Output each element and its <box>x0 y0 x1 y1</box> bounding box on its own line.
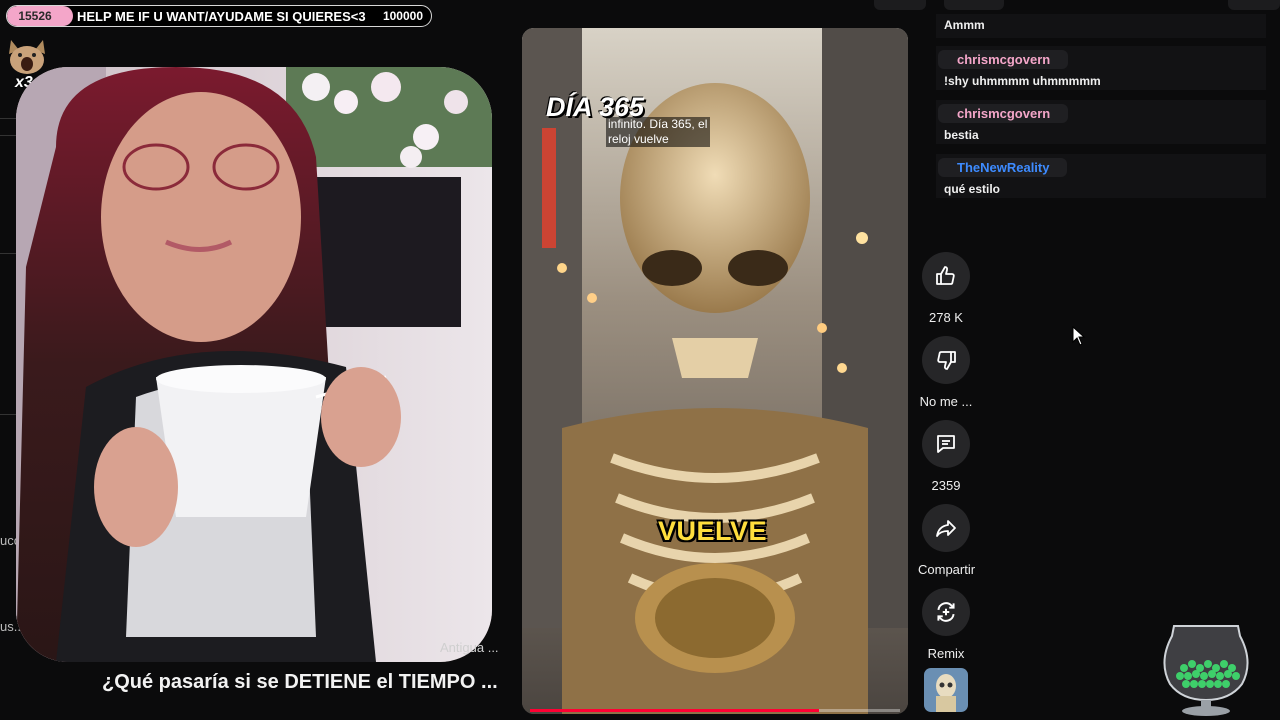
video-progress-bar[interactable] <box>530 709 900 712</box>
chat-message: TheNewReality qué estilo <box>936 154 1266 198</box>
like-action: 278 K <box>918 252 974 325</box>
tab-fragment[interactable] <box>1228 0 1280 10</box>
tab-fragment[interactable] <box>874 0 926 10</box>
goal-description: HELP ME IF U WANT/AYUDAME SI QUIERES<3 <box>77 8 366 24</box>
share-label: Compartir <box>918 562 976 577</box>
remix-action: Remix <box>918 588 974 661</box>
video-progress-fill <box>530 709 819 712</box>
chat-message-text: !shy uhmmmm uhmmmmm <box>944 74 1101 88</box>
chat-message-text: bestia <box>944 128 979 142</box>
video-title[interactable]: ¿Qué pasaría si se DETIENE el TIEMPO ... <box>102 671 498 694</box>
short-video-player[interactable]: DÍA 365 infinito. Día 365, el reloj vuel… <box>522 28 908 714</box>
like-button[interactable] <box>922 252 970 300</box>
remix-icon <box>937 602 955 622</box>
dislike-label: No me ... <box>919 394 973 409</box>
comment-count: 2359 <box>931 478 961 493</box>
comments-button[interactable] <box>922 420 970 468</box>
chat-message: chrismcgovern !shy uhmmmm uhmmmmm <box>936 46 1266 90</box>
mouse-cursor-icon <box>1072 326 1086 346</box>
share-button[interactable] <box>922 504 970 552</box>
chat-username[interactable]: TheNewReality <box>938 158 1068 177</box>
chat-username[interactable]: chrismcgovern <box>938 50 1069 69</box>
chat-message-text: qué estilo <box>944 182 1001 196</box>
remix-button[interactable] <box>922 588 970 636</box>
donation-goal-bar: 15526 HELP ME IF U WANT/AYUDAME SI QUIER… <box>6 5 432 27</box>
overlay-label: Antigua ... <box>440 640 499 655</box>
tab-fragment[interactable] <box>944 0 1004 10</box>
dislike-button[interactable] <box>922 336 970 384</box>
comment-icon <box>937 435 955 453</box>
thumbs-up-icon <box>936 266 955 285</box>
like-count: 278 K <box>929 310 963 325</box>
share-action: Compartir <box>918 504 976 577</box>
comment-action: 2359 <box>918 420 974 493</box>
share-arrow-icon <box>936 520 956 537</box>
chat-message: Ammm <box>936 14 1266 38</box>
goal-current-amount: 15526 <box>18 9 52 23</box>
thumbs-down-icon <box>937 351 956 370</box>
dislike-action: No me ... <box>918 336 974 409</box>
webcam-feed <box>16 67 492 662</box>
chat-message: chrismcgovern bestia <box>936 100 1266 144</box>
caption-text: infinito. Día 365, el reloj vuelve <box>606 117 710 147</box>
goal-target-amount: 100000 <box>382 9 423 23</box>
chat-message-text: Ammm <box>944 18 985 32</box>
word-overlay-text: VUELVE <box>658 516 768 546</box>
chat-username[interactable]: chrismcgovern <box>938 104 1069 123</box>
audio-source-thumbnail[interactable] <box>924 668 968 712</box>
remix-label: Remix <box>927 646 965 661</box>
tip-jar-icon <box>1163 625 1249 716</box>
